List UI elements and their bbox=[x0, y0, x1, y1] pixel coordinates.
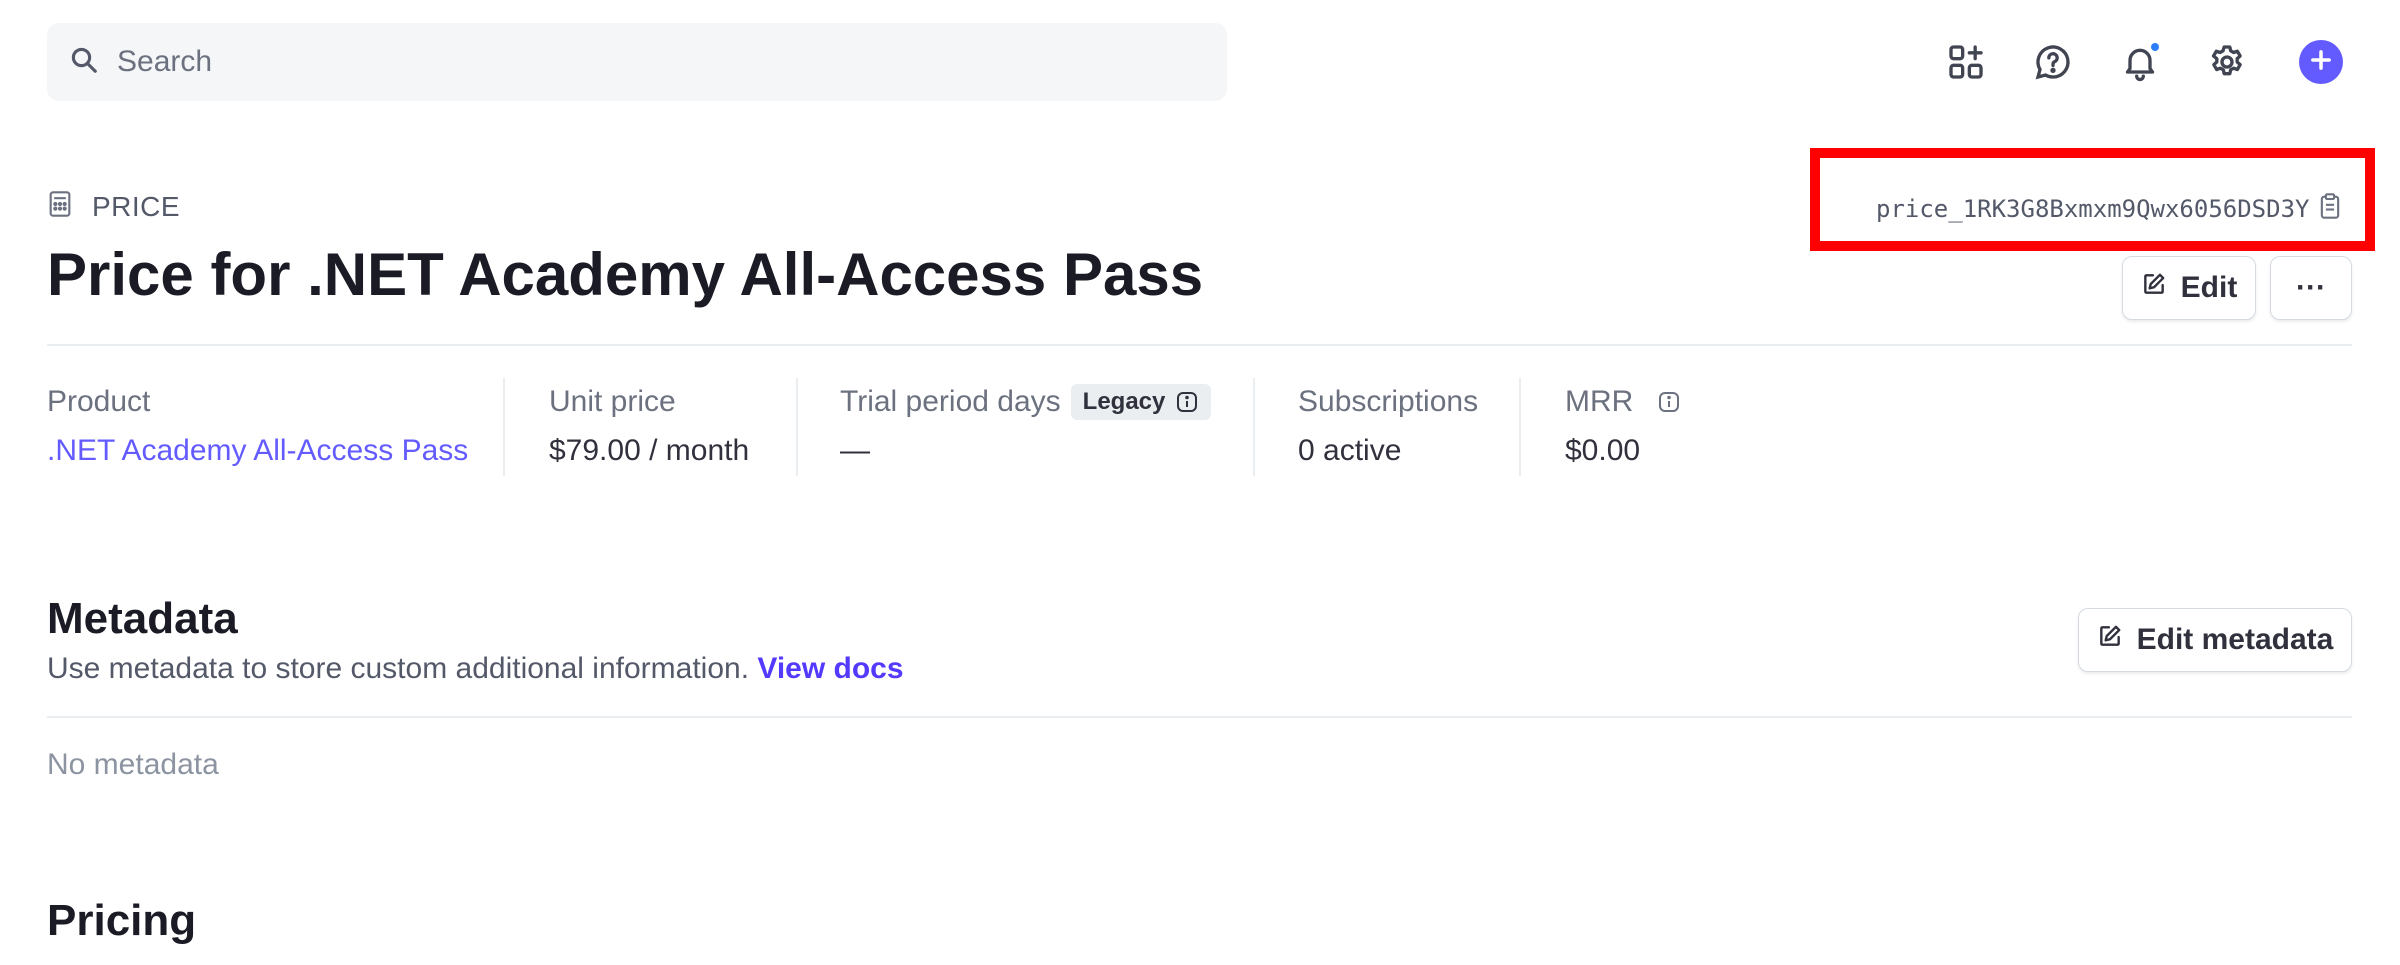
price-detail-page: Search PRICE price_1RK3G8Bxmxm9Qwx6056DS… bbox=[0, 0, 2400, 965]
summary-subscriptions: Subscriptions 0 active bbox=[1298, 382, 1478, 474]
unit-price-label: Unit price bbox=[549, 385, 676, 418]
search-bar[interactable]: Search bbox=[47, 23, 1227, 101]
help-icon[interactable] bbox=[2031, 40, 2075, 84]
price-id-text: price_1RK3G8Bxmxm9Qwx6056DSD3Y bbox=[1876, 194, 2310, 223]
summary-separator bbox=[1253, 378, 1255, 476]
summary-separator bbox=[1519, 378, 1521, 476]
trial-label: Trial period days bbox=[840, 385, 1061, 418]
edit-metadata-label: Edit metadata bbox=[2136, 623, 2334, 656]
object-type-text: PRICE bbox=[92, 190, 181, 222]
clipboard-icon[interactable] bbox=[2319, 192, 2341, 225]
notification-dot bbox=[2149, 41, 2161, 53]
page-title: Price for .NET Academy All-Access Pass bbox=[47, 241, 1204, 308]
pencil-icon bbox=[2141, 271, 2167, 305]
no-metadata-text: No metadata bbox=[47, 748, 219, 781]
metadata-title: Metadata bbox=[47, 594, 238, 643]
summary-product: Product .NET Academy All-Access Pass bbox=[47, 382, 468, 474]
pricing-title: Pricing bbox=[47, 896, 197, 945]
gear-icon[interactable] bbox=[2205, 40, 2249, 84]
trial-label-row: Trial period days Legacy bbox=[840, 382, 1212, 422]
summary-separator bbox=[503, 378, 505, 476]
mrr-label-row: MRR bbox=[1565, 382, 1681, 422]
edit-metadata-button[interactable]: Edit metadata bbox=[2078, 608, 2352, 672]
view-docs-link[interactable]: View docs bbox=[757, 652, 903, 685]
subscriptions-label: Subscriptions bbox=[1298, 385, 1479, 418]
more-actions-button[interactable]: ··· bbox=[2270, 256, 2352, 320]
apps-add-icon[interactable] bbox=[1944, 40, 1988, 84]
search-input[interactable]: Search bbox=[117, 45, 212, 79]
product-link[interactable]: .NET Academy All-Access Pass bbox=[47, 434, 468, 474]
metadata-description-text: Use metadata to store custom additional … bbox=[47, 652, 750, 685]
mrr-value: $0.00 bbox=[1565, 434, 1641, 467]
edit-button-label: Edit bbox=[2180, 271, 2238, 304]
object-type-label: PRICE bbox=[48, 190, 180, 223]
unit-price-value: $79.00 / month bbox=[549, 434, 750, 467]
subscriptions-value: 0 active bbox=[1298, 434, 1402, 467]
info-icon[interactable] bbox=[1657, 390, 1681, 414]
edit-button[interactable]: Edit bbox=[2122, 256, 2256, 320]
metadata-description: Use metadata to store custom additional … bbox=[47, 652, 904, 686]
summary-unit-price: Unit price $79.00 / month bbox=[549, 382, 749, 474]
pencil-icon bbox=[2097, 623, 2123, 657]
trial-value: — bbox=[840, 434, 870, 467]
more-icon: ··· bbox=[2296, 271, 2326, 304]
mrr-label: MRR bbox=[1565, 385, 1634, 418]
product-label: Product bbox=[47, 385, 151, 418]
metadata-divider bbox=[47, 716, 2352, 718]
summary-separator bbox=[796, 378, 798, 476]
bell-icon[interactable] bbox=[2118, 40, 2162, 84]
price-id[interactable]: price_1RK3G8Bxmxm9Qwx6056DSD3Y bbox=[1876, 192, 2341, 225]
legacy-badge-label: Legacy bbox=[1082, 388, 1166, 415]
summary-mrr: MRR $0.00 bbox=[1565, 382, 1681, 474]
calculator-icon bbox=[48, 190, 72, 223]
legacy-badge[interactable]: Legacy bbox=[1070, 384, 1212, 420]
header-divider bbox=[47, 344, 2352, 346]
create-new-button[interactable] bbox=[2299, 40, 2343, 84]
info-icon[interactable] bbox=[1175, 390, 1199, 414]
plus-icon bbox=[2307, 46, 2335, 79]
search-icon bbox=[69, 45, 99, 80]
summary-trial: Trial period days Legacy — bbox=[840, 382, 1212, 474]
